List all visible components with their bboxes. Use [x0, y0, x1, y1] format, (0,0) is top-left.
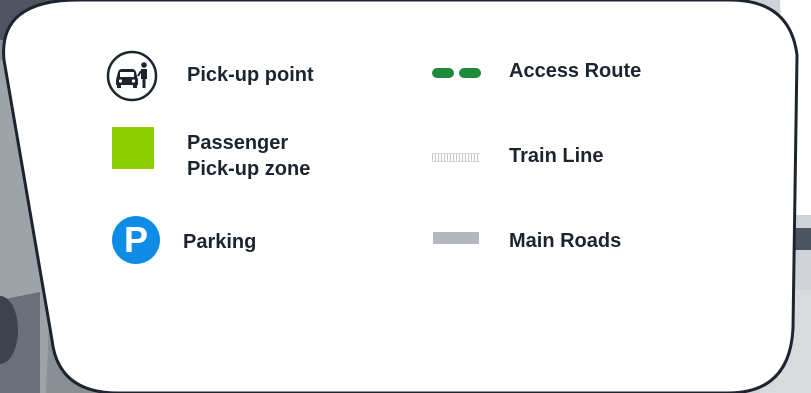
- main-roads-label: Main Roads: [509, 230, 622, 252]
- passenger-zone-label-line1: Passenger: [187, 132, 289, 154]
- passenger-zone-label: Passenger Pick-up zone: [187, 130, 310, 182]
- route-dash: [432, 68, 454, 78]
- access-route-label: Access Route: [509, 60, 642, 82]
- green-square-icon: [112, 127, 154, 169]
- parking-p-icon: P: [112, 216, 160, 264]
- train-line-label: Train Line: [509, 145, 604, 167]
- route-dash: [459, 68, 481, 78]
- parking-label: Parking: [183, 231, 257, 253]
- road-bar-icon: [433, 232, 479, 244]
- passenger-zone-label-line2: Pick-up zone: [187, 158, 311, 180]
- car-and-person-icon: [106, 50, 158, 102]
- train-track-icon: [432, 153, 480, 162]
- pickup-point-label: Pick-up point: [187, 64, 314, 86]
